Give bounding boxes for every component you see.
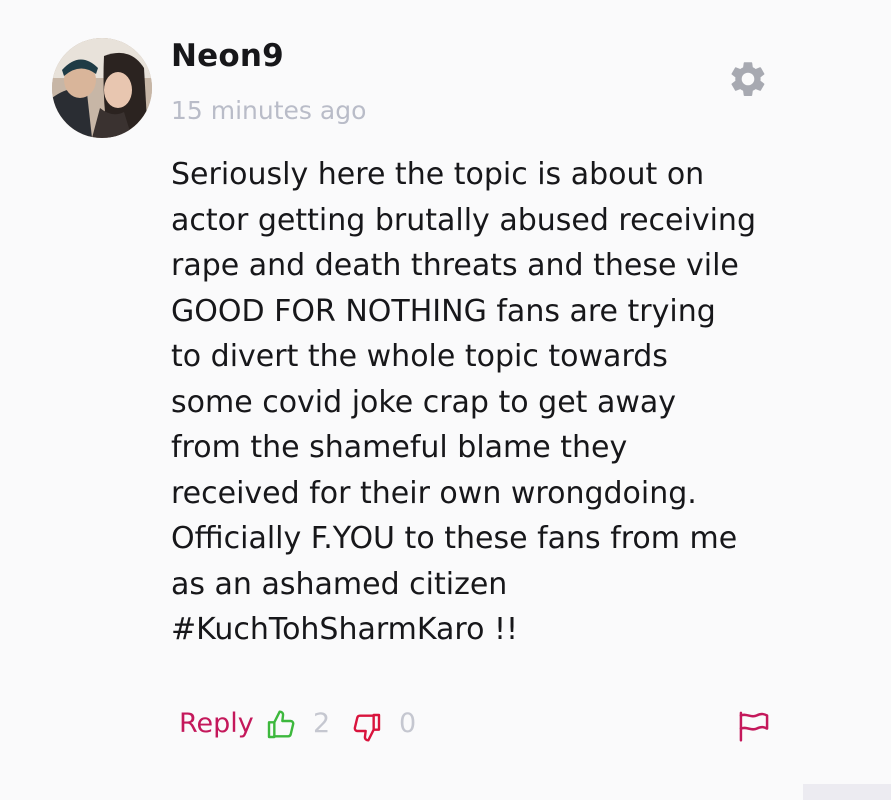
thumbs-down-icon[interactable] bbox=[351, 711, 383, 743]
comment-line: #KuchTohSharmKaro !! bbox=[171, 612, 519, 647]
like-count: 2 bbox=[313, 708, 331, 739]
comment-line: Seriously here the topic is about on bbox=[171, 157, 705, 192]
comment-line: GOOD FOR NOTHING fans are trying bbox=[171, 293, 716, 329]
comment-line: from the shameful blame they bbox=[171, 430, 628, 465]
comment-line: as an ashamed citizen bbox=[171, 566, 508, 602]
author-name[interactable]: Neon9 bbox=[171, 38, 284, 74]
reply-button[interactable]: Reply bbox=[179, 708, 254, 739]
comment-line: actor getting brutally abused receiving bbox=[171, 202, 756, 238]
comment-line: Officially F.YOU to these fans from me bbox=[171, 521, 738, 556]
comment-card: Neon9 15 minutes ago Seriously here the … bbox=[0, 0, 891, 800]
dislike-count: 0 bbox=[399, 708, 417, 739]
comment-actions: Reply 2 0 bbox=[179, 700, 779, 750]
scroll-edge bbox=[803, 784, 891, 800]
comment-line: received for their own wrongdoing. bbox=[171, 475, 697, 511]
comment-body: Seriously here the topic is about on act… bbox=[171, 152, 811, 653]
comment-line: rape and death threats and these vile bbox=[171, 248, 739, 283]
avatar[interactable] bbox=[52, 38, 152, 138]
avatar-photo bbox=[52, 38, 152, 138]
flag-icon[interactable] bbox=[737, 710, 771, 742]
gear-icon[interactable] bbox=[727, 58, 769, 100]
comment-line: to divert the whole topic towards bbox=[171, 339, 668, 374]
comment-line: some covid joke crap to get away bbox=[171, 384, 677, 420]
comment-timestamp: 15 minutes ago bbox=[171, 96, 367, 125]
thumbs-up-icon[interactable] bbox=[265, 709, 297, 741]
